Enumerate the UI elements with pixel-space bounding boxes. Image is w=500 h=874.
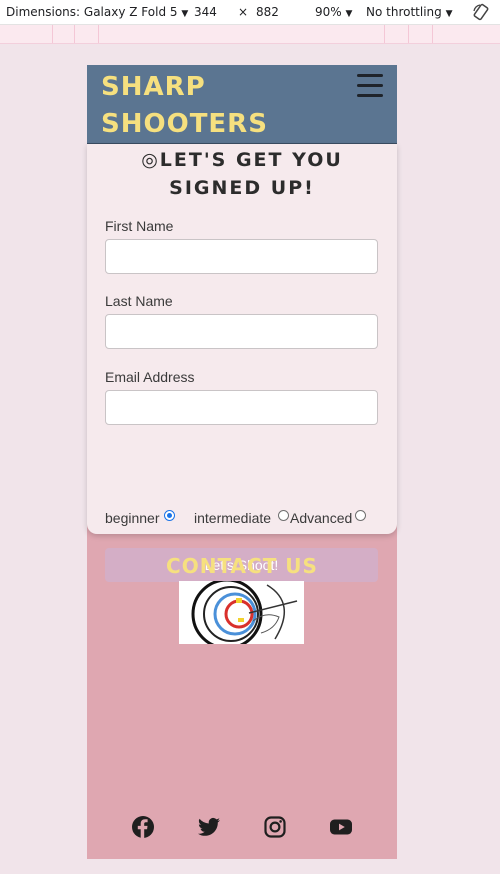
- instagram-icon[interactable]: [263, 815, 287, 839]
- height-input[interactable]: 882: [256, 5, 279, 19]
- title-line-2: SIGNED UP!: [169, 177, 315, 199]
- mobile-viewport: SHARP SHOOTERS ◎LET'S GET YOU SIGNED UP!…: [87, 65, 397, 859]
- media-query-ruler: [0, 25, 500, 44]
- signup-title: ◎LET'S GET YOU SIGNED UP!: [107, 146, 377, 202]
- level-beginner-label: beginner: [105, 510, 160, 526]
- level-beginner-radio[interactable]: [164, 510, 175, 521]
- caret-down-icon: ▼: [181, 9, 189, 19]
- brand-line-2: SHOOTERS: [101, 109, 268, 139]
- target-icon: ◎: [141, 149, 160, 171]
- youtube-icon[interactable]: [329, 815, 353, 839]
- hamburger-menu-icon[interactable]: [357, 74, 383, 97]
- throttling-dropdown[interactable]: No throttling ▼: [366, 5, 453, 19]
- devtools-toolbar: Dimensions: Galaxy Z Fold 5 ▼ 344 × 882 …: [0, 0, 500, 25]
- throttling-label: No throttling: [366, 5, 442, 19]
- caret-down-icon: ▼: [345, 9, 353, 19]
- title-line-1: LET'S GET YOU: [159, 149, 343, 171]
- level-advanced-radio[interactable]: [355, 510, 366, 521]
- facebook-icon[interactable]: [131, 815, 155, 839]
- dimensions-dropdown[interactable]: Dimensions: Galaxy Z Fold 5 ▼: [6, 5, 188, 19]
- width-input[interactable]: 344: [194, 5, 217, 19]
- last-name-label: Last Name: [105, 293, 173, 309]
- caret-down-icon: ▼: [445, 9, 453, 19]
- brand-line-1: SHARP: [101, 72, 206, 102]
- first-name-field[interactable]: [105, 239, 378, 274]
- brand-logo[interactable]: SHARP SHOOTERS: [101, 69, 268, 143]
- site-header: SHARP SHOOTERS: [87, 65, 397, 144]
- contact-us-heading: CONTACT US: [166, 554, 318, 578]
- first-name-label: First Name: [105, 218, 174, 234]
- level-advanced-label: Advanced: [290, 510, 353, 526]
- zoom-dropdown[interactable]: 90% ▼: [315, 5, 352, 19]
- rotate-icon[interactable]: [472, 3, 490, 21]
- times-symbol: ×: [238, 5, 249, 19]
- last-name-field[interactable]: [105, 314, 378, 349]
- zoom-label: 90%: [315, 5, 342, 19]
- email-field[interactable]: [105, 390, 378, 425]
- email-label: Email Address: [105, 369, 195, 385]
- level-intermediate-radio[interactable]: [278, 510, 289, 521]
- twitter-icon[interactable]: [197, 815, 221, 839]
- level-intermediate-label: intermediate: [194, 510, 272, 526]
- archer-target-image: [179, 581, 304, 644]
- signup-form-card: ◎LET'S GET YOU SIGNED UP! First Name Las…: [87, 144, 397, 582]
- level-radio-group: beginner intermediate Advanced: [105, 510, 385, 530]
- dimensions-label: Dimensions: Galaxy Z Fold 5: [6, 5, 178, 19]
